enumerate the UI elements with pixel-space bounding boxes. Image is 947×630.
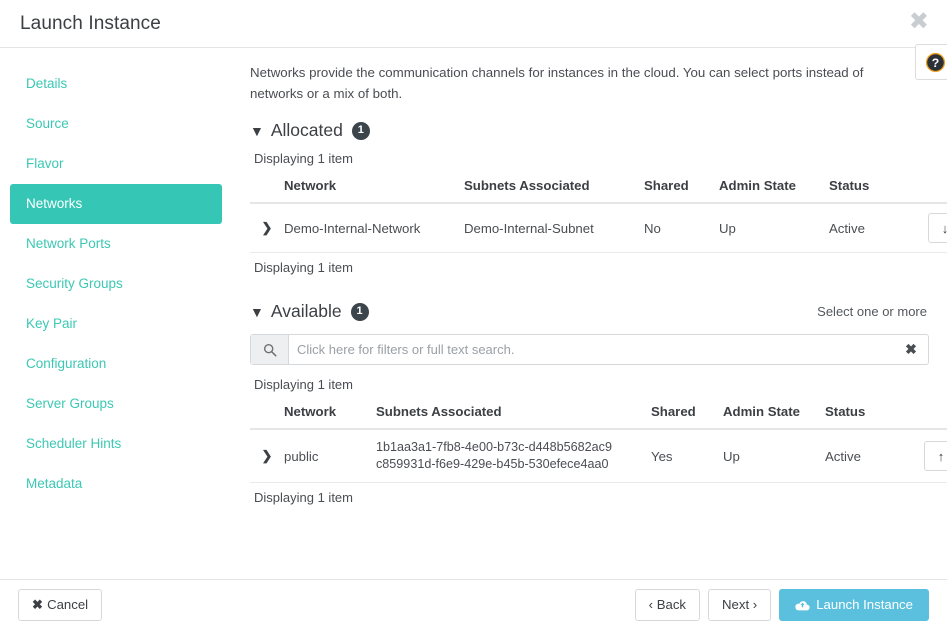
help-button[interactable]: ? bbox=[915, 44, 947, 80]
select-hint-text: Select one or more bbox=[817, 304, 927, 319]
next-button[interactable]: Next › bbox=[708, 589, 772, 621]
chevron-down-icon: ▼ bbox=[250, 122, 264, 139]
sidebar-item-network-ports[interactable]: Network Ports bbox=[10, 224, 222, 264]
back-button[interactable]: ‹ Back bbox=[634, 589, 701, 621]
column-status: Status bbox=[817, 398, 912, 430]
step-description: Networks provide the communication chann… bbox=[250, 65, 864, 101]
sidebar-item-metadata[interactable]: Metadata bbox=[10, 464, 222, 504]
cancel-label: Cancel bbox=[47, 597, 89, 612]
row-expand-cell[interactable]: ❯ bbox=[250, 203, 276, 253]
subnet-id-line: 1b1aa3a1-7fb8-4e00-b73c-d448b5682ac9 bbox=[376, 440, 612, 454]
networks-step-content: Networks provide the communication chann… bbox=[232, 48, 947, 579]
chevron-right-icon[interactable]: ❯ bbox=[262, 220, 273, 235]
wizard-nav-sidebar: Details Source Flavor Networks Network P… bbox=[0, 48, 232, 579]
column-status: Status bbox=[821, 172, 916, 204]
available-count-badge: 1 bbox=[350, 302, 369, 321]
cell-subnets: Demo-Internal-Subnet bbox=[456, 203, 636, 253]
close-icon: ✖ bbox=[32, 597, 44, 612]
allocated-displaying-bottom: Displaying 1 item bbox=[254, 260, 353, 275]
table-row: ❯ Demo-Internal-Network Demo-Internal-Su… bbox=[250, 203, 947, 253]
modal-footer: ✖ Cancel ‹ Back Next › Launch Instance bbox=[0, 579, 947, 630]
column-admin-state: Admin State bbox=[711, 172, 821, 204]
column-subnets-associated: Subnets Associated bbox=[456, 172, 636, 204]
svg-text:?: ? bbox=[931, 55, 938, 69]
cell-status: Active bbox=[817, 429, 912, 483]
sidebar-item-scheduler-hints[interactable]: Scheduler Hints bbox=[10, 424, 222, 464]
expand-column-header bbox=[250, 172, 276, 204]
allocated-networks-table: Network Subnets Associated Shared Admin … bbox=[250, 172, 947, 253]
cell-status: Active bbox=[821, 203, 916, 253]
allocated-displaying-top: Displaying 1 item bbox=[254, 151, 353, 166]
launch-instance-label: Launch Instance bbox=[816, 597, 913, 612]
launch-instance-button[interactable]: Launch Instance bbox=[779, 589, 929, 621]
allocated-count-badge: 1 bbox=[351, 121, 370, 140]
launch-instance-modal: Launch Instance ✖ ? Details Source Flavo… bbox=[0, 0, 947, 630]
column-action bbox=[916, 172, 947, 204]
table-header-row: Network Subnets Associated Shared Admin … bbox=[250, 398, 947, 430]
cell-network-name: public bbox=[276, 429, 368, 483]
chevron-down-icon: ▼ bbox=[250, 303, 264, 320]
allocated-title: Allocated bbox=[270, 120, 343, 140]
modal-body: Details Source Flavor Networks Network P… bbox=[0, 48, 947, 579]
subnet-id-line: c859931d-f6e9-429e-b45b-530efece4aa0 bbox=[376, 457, 609, 471]
sidebar-item-source[interactable]: Source bbox=[10, 104, 222, 144]
chevron-right-icon[interactable]: ❯ bbox=[262, 448, 273, 463]
column-admin-state: Admin State bbox=[715, 398, 817, 430]
column-subnets-associated: Subnets Associated bbox=[368, 398, 643, 430]
available-displaying-bottom: Displaying 1 item bbox=[254, 490, 353, 505]
column-shared: Shared bbox=[643, 398, 715, 430]
cell-admin-state: Up bbox=[715, 429, 817, 483]
column-shared: Shared bbox=[636, 172, 711, 204]
cell-subnets: 1b1aa3a1-7fb8-4e00-b73c-d448b5682ac9 c85… bbox=[368, 429, 643, 483]
sidebar-item-details[interactable]: Details bbox=[10, 64, 222, 104]
close-icon[interactable]: ✖ bbox=[903, 8, 935, 36]
available-displaying-top: Displaying 1 item bbox=[254, 377, 353, 392]
search-glyph bbox=[263, 343, 276, 356]
question-circle-icon: ? bbox=[925, 52, 945, 72]
table-header-row: Network Subnets Associated Shared Admin … bbox=[250, 172, 947, 204]
table-row: ❯ public 1b1aa3a1-7fb8-4e00-b73c-d448b56… bbox=[250, 429, 947, 483]
cell-network-name: Demo-Internal-Network bbox=[276, 203, 456, 253]
search-bar[interactable]: ✖ bbox=[250, 334, 929, 365]
cell-shared: Yes bbox=[643, 429, 715, 483]
allocate-network-button[interactable]: ↑ bbox=[924, 441, 947, 471]
modal-header: Launch Instance ✖ bbox=[0, 0, 947, 48]
sidebar-item-networks[interactable]: Networks bbox=[10, 184, 222, 224]
row-expand-cell[interactable]: ❯ bbox=[250, 429, 276, 483]
column-network: Network bbox=[276, 398, 368, 430]
column-action bbox=[912, 398, 947, 430]
search-icon bbox=[251, 335, 289, 364]
search-input[interactable] bbox=[289, 335, 894, 364]
allocated-section-header[interactable]: ▼ Allocated 1 bbox=[250, 120, 929, 141]
page-title: Launch Instance bbox=[20, 12, 161, 34]
cancel-button[interactable]: ✖ Cancel bbox=[18, 589, 103, 621]
sidebar-item-configuration[interactable]: Configuration bbox=[10, 344, 222, 384]
deallocate-network-button[interactable]: ↓ bbox=[928, 213, 947, 243]
clear-search-icon[interactable]: ✖ bbox=[894, 335, 928, 364]
footer-actions: ‹ Back Next › Launch Instance bbox=[634, 589, 929, 621]
cell-shared: No bbox=[636, 203, 711, 253]
sidebar-item-server-groups[interactable]: Server Groups bbox=[10, 384, 222, 424]
sidebar-item-flavor[interactable]: Flavor bbox=[10, 144, 222, 184]
expand-column-header bbox=[250, 398, 276, 430]
available-networks-table: Network Subnets Associated Shared Admin … bbox=[250, 398, 947, 483]
column-network: Network bbox=[276, 172, 456, 204]
available-section-header[interactable]: ▼ Available 1 bbox=[250, 301, 369, 322]
sidebar-item-key-pair[interactable]: Key Pair bbox=[10, 304, 222, 344]
cell-admin-state: Up bbox=[711, 203, 821, 253]
cloud-upload-icon bbox=[795, 600, 810, 610]
available-title: Available bbox=[270, 301, 342, 321]
sidebar-item-security-groups[interactable]: Security Groups bbox=[10, 264, 222, 304]
